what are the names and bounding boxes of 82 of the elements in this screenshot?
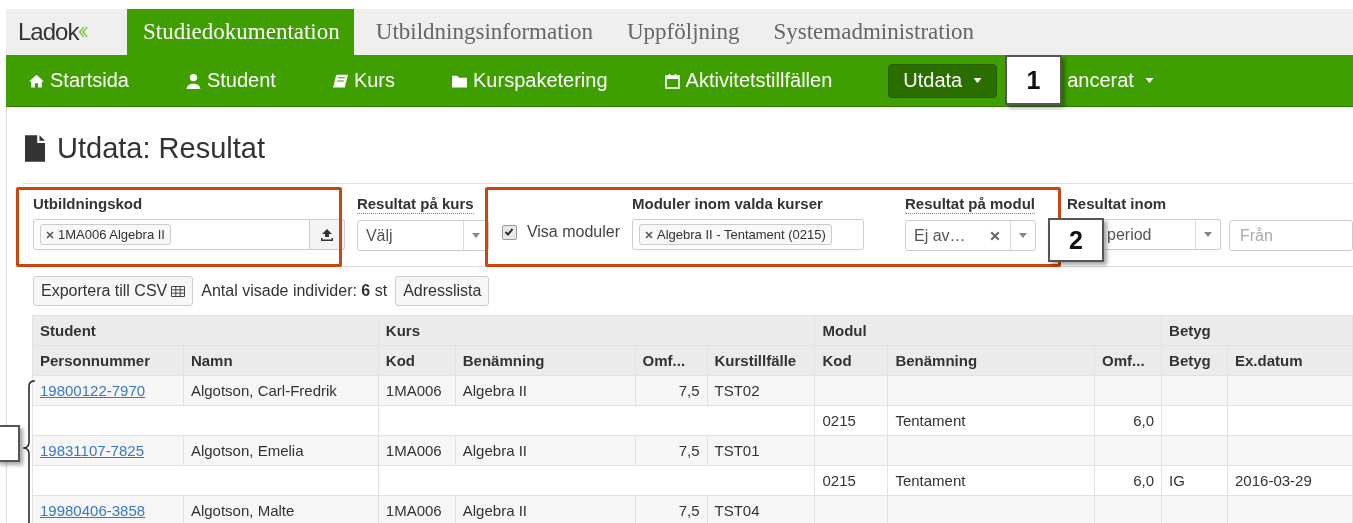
table-cell: 7,5	[635, 495, 707, 523]
table-cell: 6,0	[1094, 405, 1162, 436]
table-cell: Tentament	[887, 405, 1095, 436]
export-csv-button[interactable]: Exportera till CSV	[33, 276, 194, 306]
column-header[interactable]: Kurstillfälle	[707, 345, 815, 376]
person-number-link[interactable]: 19980406-3858	[40, 502, 146, 519]
table-cell: TST01	[707, 435, 815, 466]
upload-icon	[319, 227, 334, 242]
book-icon	[331, 72, 349, 89]
table-cell: 0215	[814, 405, 888, 436]
column-header[interactable]: Benämning	[455, 345, 636, 376]
field-label: Moduler inom valda kurser	[632, 195, 824, 213]
table-cell: 1MA006	[378, 435, 456, 466]
person-number-link[interactable]: 19831107-7825	[40, 442, 144, 459]
table-cell: 0215	[814, 465, 888, 496]
table-cell: 7,5	[635, 375, 707, 406]
caret-icon	[1204, 232, 1212, 237]
tag-label: 1MA006 Algebra II	[58, 227, 165, 242]
select-field[interactable]: Ej av…	[905, 220, 1036, 251]
caret-icon	[1019, 233, 1027, 238]
column-header[interactable]: Namn	[183, 345, 379, 376]
nav-item[interactable]: Utdata	[888, 63, 998, 98]
table-cell: 2016-03-29	[1227, 465, 1353, 496]
ladok-logo[interactable]: Ladok	[6, 9, 127, 55]
field-label: Utbildningskod	[33, 195, 144, 213]
remove-icon[interactable]	[645, 230, 653, 239]
selected-tag[interactable]: 1MA006 Algebra II	[40, 224, 171, 245]
select-field[interactable]: Välj	[356, 220, 489, 251]
table-cell: 1MA006	[378, 495, 456, 523]
column-group-header: Betyg	[1161, 315, 1353, 346]
column-header[interactable]: Kod	[814, 345, 888, 376]
table-cell: Algotson, Malte	[183, 495, 379, 523]
field-label: Resultat inom	[1067, 195, 1168, 213]
table-icon	[171, 285, 186, 297]
column-group-header: Student	[32, 315, 379, 346]
home-icon	[28, 72, 45, 89]
table-cell: Tentament	[887, 465, 1095, 496]
tag-label: Algebra II - Tentament (0215)	[657, 227, 826, 242]
top-tab[interactable]: Utbildningsinformation	[353, 9, 605, 55]
column-header[interactable]: Omf...	[1094, 345, 1162, 376]
column-header[interactable]: Personnummer	[32, 345, 184, 376]
column-header[interactable]: Kod	[378, 345, 456, 376]
user-icon	[184, 72, 202, 89]
clear-icon[interactable]	[990, 230, 1000, 241]
column-header[interactable]: Ex.datum	[1227, 345, 1353, 376]
table-cell: 7,5	[635, 435, 707, 466]
caret-icon	[471, 233, 480, 238]
result-count: Antal visade individer: 6 st	[201, 282, 388, 300]
table-cell: 1MA006	[378, 375, 456, 406]
column-header[interactable]: Betyg	[1161, 345, 1228, 376]
date-field[interactable]: Från	[1229, 220, 1353, 251]
select-field[interactable]: period	[1105, 219, 1221, 250]
field-label: Resultat på modul	[905, 195, 1035, 214]
calendar-icon	[663, 72, 681, 89]
top-tab[interactable]: Systemadministration	[751, 9, 987, 55]
table-cell: Algebra II	[455, 375, 636, 406]
remove-icon[interactable]	[46, 230, 54, 239]
tag-field[interactable]: 1MA006 Algebra II	[33, 219, 310, 250]
table-cell: Algebra II	[455, 435, 636, 466]
table-cell: 6,0	[1094, 465, 1162, 496]
table-cell: Algotson, Emelia	[183, 435, 379, 466]
checkbox[interactable]	[501, 224, 517, 240]
column-header[interactable]: Benämning	[887, 345, 1095, 376]
page-title: Utdata: Resultat	[57, 131, 265, 165]
top-tab[interactable]: Uppföljning	[605, 9, 752, 55]
field-label: Resultat på kurs	[356, 195, 474, 214]
column-header[interactable]: Omf...	[635, 345, 707, 376]
table-cell: TST04	[707, 495, 815, 523]
column-group-header: Kurs	[378, 315, 815, 346]
table-cell: Algotson, Carl-Fredrik	[183, 375, 379, 406]
column-group-header: Modul	[814, 315, 1162, 346]
checkbox-label: Visa moduler	[526, 223, 620, 241]
table-cell: TST02	[707, 375, 815, 406]
person-number-link[interactable]: 19800122-7970	[40, 382, 146, 399]
tag-field[interactable]: Algebra II - Tentament (0215)	[632, 219, 864, 250]
document-icon	[25, 134, 45, 162]
address-list-button[interactable]: Adresslista	[395, 276, 490, 306]
callout-number: 1	[1005, 55, 1062, 105]
table-cell: IG	[1161, 465, 1228, 496]
callout-number: 2	[1048, 218, 1104, 262]
selected-tag[interactable]: Algebra II - Tentament (0215)	[639, 224, 832, 245]
table-cell: Algebra II	[455, 495, 636, 523]
